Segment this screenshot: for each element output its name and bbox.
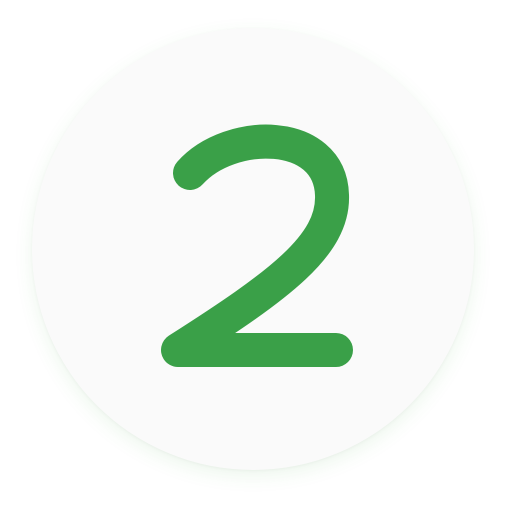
number-badge-canvas: 2 xyxy=(0,0,512,512)
digit-two-stroke xyxy=(161,124,353,367)
digit-two-icon xyxy=(161,124,353,367)
